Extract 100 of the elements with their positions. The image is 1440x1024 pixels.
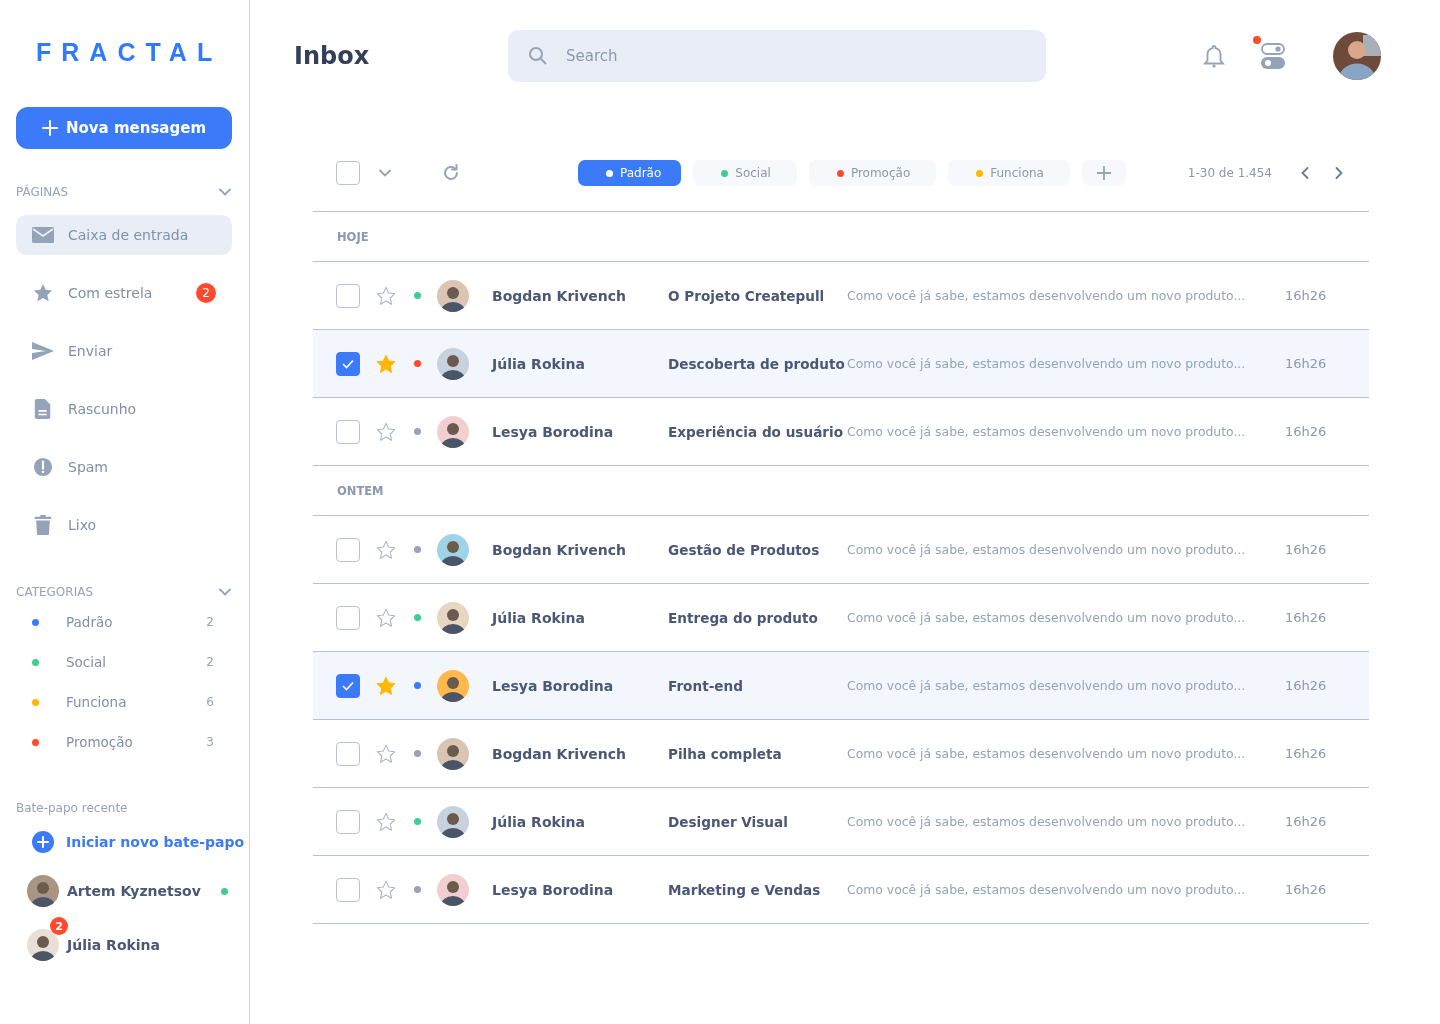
email-preview: Como você já sabe, estamos desenvolvendo um novo produto... [847,356,1247,371]
category-item[interactable]: Funciona 6 [16,693,232,711]
category-label: Promoção [66,734,133,750]
email-subject: Marketing e Vendas [668,881,822,898]
email-preview: Como você já sabe, estamos desenvolvendo um novo produto... [847,678,1247,693]
category-count: 2 [206,615,214,629]
star-icon[interactable] [376,743,396,764]
refresh-icon[interactable] [442,164,460,182]
email-preview: Como você já sabe, estamos desenvolvendo um novo produto... [847,610,1247,625]
star-icon[interactable] [376,421,396,442]
checkbox[interactable] [336,877,360,902]
nav-item[interactable]: Lixo [16,505,232,545]
filter-tab[interactable]: Padrão [578,160,682,186]
send-icon [32,341,54,361]
category-count: 6 [206,695,214,709]
trash-icon [32,515,54,535]
checkbox[interactable] [336,419,360,444]
chat-name[interactable]: Artem Kyznetsov [67,883,201,899]
pagination-text: 1-30 de 1.454 [1187,166,1272,180]
filter-tab[interactable]: Funciona [948,160,1070,186]
nav-item[interactable]: Rascunho [16,389,232,429]
bell-icon[interactable] [1203,44,1225,68]
nav-label: Enviar [68,343,113,359]
avatar [437,533,469,566]
category-item[interactable]: Padrão 2 [16,613,232,631]
star-icon[interactable] [376,539,396,560]
checkbox[interactable] [336,741,360,766]
email-row[interactable]: Bogdan Krivench Pilha completa Como você já sabe, estamos desenvolvendo um novo produto... 16h26 [313,720,1369,788]
email-preview: Como você já sabe, estamos desenvolvendo um novo produto... [847,746,1247,761]
email-time: 16h26 [1285,814,1328,829]
nav-item[interactable]: Caixa de entrada [16,215,232,255]
email-subject: Experiência do usuário [668,423,844,440]
checkbox[interactable] [336,283,360,308]
email-subject: O Projeto Createpull [668,287,826,304]
email-preview: Como você já sabe, estamos desenvolvendo um novo produto... [847,542,1247,557]
email-time: 16h26 [1285,746,1328,761]
nav-item[interactable]: Com estrela 2 [16,273,232,313]
checkbox[interactable] [336,809,360,834]
avatar [27,875,59,907]
avatar [437,873,469,906]
star-icon[interactable] [376,285,396,306]
email-subject: Pilha completa [668,745,783,762]
checkbox[interactable] [336,605,360,630]
category-item[interactable]: Promoção 3 [16,733,232,751]
category-label: Padrão [66,614,113,630]
avatar [437,279,469,312]
check-icon [342,358,354,369]
email-subject: Descoberta de produto [668,355,846,372]
sender-name: Bogdan Krivench [492,541,628,558]
nav-item[interactable]: Enviar [16,331,232,371]
sender-name: Bogdan Krivench [492,745,628,762]
email-row[interactable]: Júlia Rokina Descoberta de produto Como você já sabe, estamos desenvolvendo um novo produto... 16h26 [313,330,1369,398]
user-avatar[interactable] [1333,32,1381,80]
alert-icon [32,457,54,477]
category-count: 3 [206,735,214,749]
avatar [437,415,469,448]
add-button[interactable] [1081,160,1126,186]
sender-name: Bogdan Krivench [492,287,628,304]
search-field[interactable]: Search [564,46,1026,66]
nav-label: Lixo [68,517,97,533]
filter-tab[interactable]: Social [693,160,797,186]
filter-tab[interactable]: Promoção [808,160,937,186]
star-icon[interactable] [376,675,396,696]
email-row[interactable]: Lesya Borodina Marketing e Vendas Como você já sabe, estamos desenvolvendo um novo produto... 16h26 [313,856,1369,924]
star-icon[interactable] [376,879,396,900]
sender-name: Lesya Borodina [492,677,615,694]
email-row[interactable]: Lesya Borodina Front-end Como você já sabe, estamos desenvolvendo um novo produto... 16h26 [313,652,1369,720]
checkbox[interactable] [336,673,360,698]
section-title: CATEGORIAS [16,585,93,599]
toggle-icon[interactable] [1261,43,1285,69]
email-preview: Como você já sabe, estamos desenvolvendo um novo produto... [847,882,1247,897]
email-time: 16h26 [1285,610,1328,625]
select-all-checkbox[interactable] [336,161,360,185]
avatar [437,737,469,770]
email-row[interactable]: Bogdan Krivench Gestão de Produtos Como você já sabe, estamos desenvolvendo um novo produto... 16h26 [313,516,1369,584]
plus-icon [32,831,54,853]
email-preview: Como você já sabe, estamos desenvolvendo um novo produto... [847,424,1247,439]
nav-item[interactable]: Spam [16,447,232,487]
email-preview: Como você já sabe, estamos desenvolvendo um novo produto... [847,288,1247,303]
section-title: PÁGINAS [16,185,69,199]
star-icon[interactable] [376,353,396,374]
category-item[interactable]: Social 2 [16,653,232,671]
page-title: Inbox [294,42,371,70]
email-row[interactable]: Lesya Borodina Experiência do usuário Como você já sabe, estamos desenvolvendo um novo produto... 16h26 [313,398,1369,466]
email-row[interactable]: Júlia Rokina Designer Visual Como você já sabe, estamos desenvolvendo um novo produto... 16h26 [313,788,1369,856]
plus-icon [41,120,58,136]
compose-button[interactable]: Nova mensagem [16,107,232,149]
star-icon[interactable] [376,811,396,832]
avatar [437,805,469,838]
avatar [437,669,469,702]
email-preview: Como você já sabe, estamos desenvolvendo um novo produto... [847,814,1247,829]
star-icon[interactable] [376,607,396,628]
chat-name[interactable]: Júlia Rokina [67,937,161,953]
search-bar[interactable]: Search [508,30,1046,82]
new-chat-link[interactable]: Iniciar novo bate-papo [32,831,249,853]
avatar [27,929,59,961]
email-time: 16h26 [1285,882,1328,897]
checkbox[interactable] [336,537,360,562]
nav-label: Spam [68,459,108,475]
checkbox[interactable] [336,351,360,376]
